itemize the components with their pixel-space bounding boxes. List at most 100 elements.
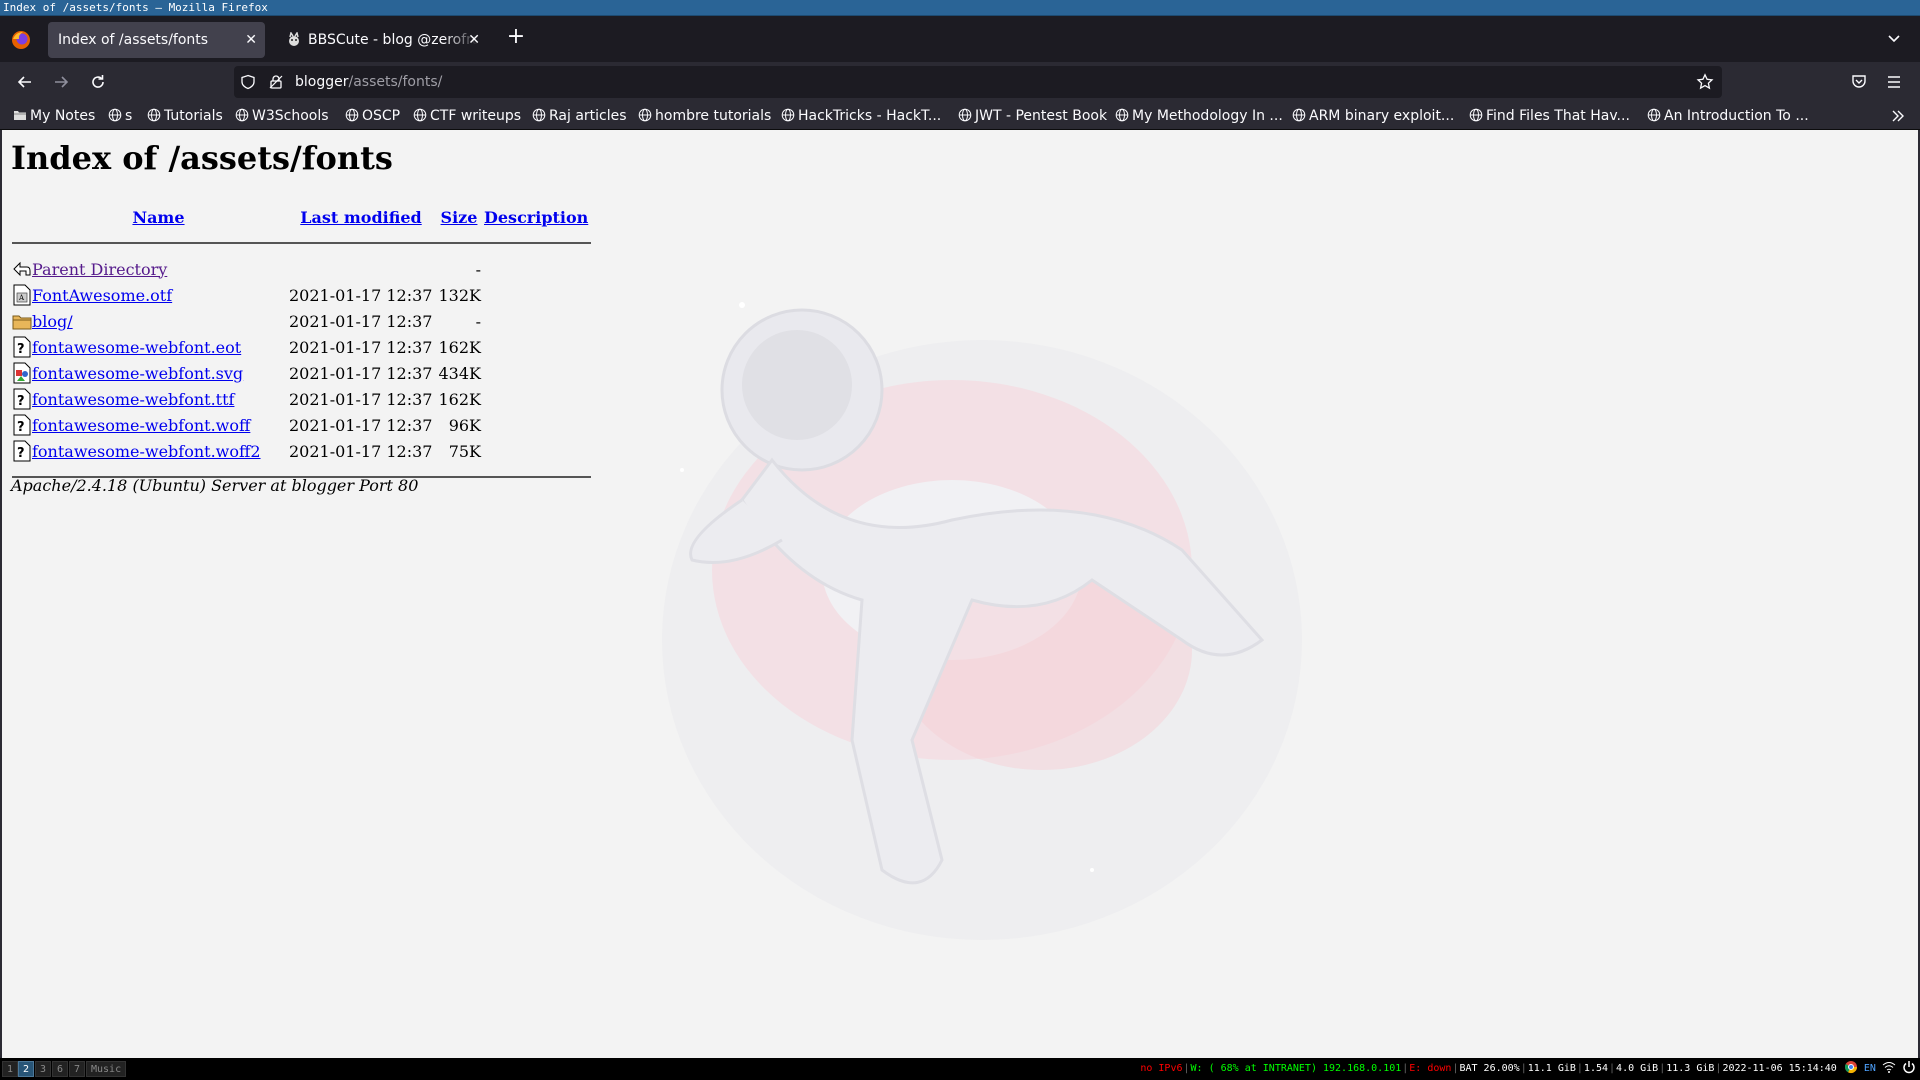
modified-cell: 2021-01-17 12:37 [289,389,433,409]
modified-column-header[interactable]: Last modified [285,204,437,230]
workspace-button[interactable]: 3 [35,1061,52,1077]
forward-icon[interactable] [51,72,71,92]
globe-icon [638,108,652,122]
description-cell [481,282,591,308]
bookmark-arm-binary-exploit[interactable]: ARM binary exploit... [1292,102,1454,129]
file-link[interactable]: fontawesome-webfont.svg [32,364,243,383]
bookmark-ctf-writeups[interactable]: CTF writeups [413,102,522,129]
keyboard-layout[interactable]: EN [1864,1063,1876,1074]
header-divider-row [12,230,592,256]
bookmark-oscp[interactable]: OSCP [345,102,400,129]
url-host: blogger [295,74,349,90]
bookmark-an-introduction[interactable]: An Introduction To ... [1647,102,1809,129]
icon-column-header [12,204,32,230]
folder-icon [14,111,26,120]
back-icon[interactable] [15,72,35,92]
bookmark-raj-articles[interactable]: Raj articles [532,102,627,129]
window-title: Index of /assets/fonts — Mozilla Firefox [0,0,1920,16]
chrome-tray-icon[interactable] [1844,1060,1858,1074]
close-tab-icon[interactable]: ✕ [245,22,257,58]
new-tab-button[interactable]: + [506,26,526,48]
bookmark-label: CTF writeups [430,108,522,124]
datetime-status: 2022-11-06 15:14:40 [1722,1063,1837,1074]
insecure-lock-icon[interactable] [268,74,284,90]
svg-text:?: ? [17,394,25,409]
svg-text:?: ? [17,342,25,357]
font-file-icon: A [13,284,31,306]
table-row: ? fontawesome-webfont.eot 2021-01-17 12:… [12,334,591,360]
sort-by-description-link[interactable]: Description [484,208,588,227]
chevron-right-double-icon[interactable] [1890,108,1906,124]
tab-index-fonts[interactable]: Index of /assets/fonts ✕ [48,22,265,58]
power-tray-icon[interactable] [1902,1060,1916,1074]
file-link[interactable]: fontawesome-webfont.eot [32,338,241,357]
hamburger-menu-icon[interactable] [1885,73,1903,91]
size-column-header[interactable]: Size [437,204,481,230]
bookmark-tutorials[interactable]: Tutorials [147,102,223,129]
disk-status: 11.1 GiB [1527,1063,1576,1074]
workspace-button[interactable]: Music [86,1061,127,1077]
globe-icon [235,108,249,122]
table-row: ? fontawesome-webfont.woff2 2021-01-17 1… [12,438,591,464]
firefox-view-icon[interactable] [10,29,32,51]
file-link[interactable]: fontawesome-webfont.woff [32,416,250,435]
bookmark-hombre-tutorials[interactable]: hombre tutorials [638,102,772,129]
modified-cell: 2021-01-17 12:37 [289,337,433,357]
pocket-icon[interactable] [1850,73,1868,91]
bookmark-my-methodology[interactable]: My Methodology In ... [1115,102,1283,129]
table-header-row: Name Last modified Size Description [12,204,591,230]
sort-by-size-link[interactable]: Size [441,208,478,227]
svg-text:A: A [18,294,25,302]
url-bar[interactable]: blogger/assets/fonts/ [234,66,1722,98]
svg-text:?: ? [17,446,25,461]
size-cell: - [475,259,481,279]
divider [12,242,592,244]
workspace-button[interactable]: 7 [69,1061,86,1077]
bookmark-s[interactable]: s [108,102,132,129]
size-cell: 162K [438,337,482,357]
sort-by-modified-link[interactable]: Last modified [300,208,421,227]
bookmark-label: hombre tutorials [655,108,772,124]
server-signature: Apache/2.4.18 (Ubuntu) Server at blogger… [11,476,419,495]
bookmark-my-notes[interactable]: My Notes [13,102,95,129]
globe-icon [147,108,161,122]
directory-link[interactable]: blog/ [32,312,73,331]
workspace-button-focused[interactable]: 2 [18,1061,35,1077]
file-link[interactable]: FontAwesome.otf [32,286,172,305]
system-status-bar: 1 2 3 6 7 Music no IPv6|W: ( 68% at INTR… [0,1058,1920,1080]
tab-bbscute-blog[interactable]: BBSCute - blog @zerofrost ✕ [276,22,488,58]
wifi-tray-icon[interactable] [1882,1060,1896,1074]
file-link[interactable]: fontawesome-webfont.woff2 [32,442,261,461]
swap-status: 11.3 GiB [1666,1063,1715,1074]
table-row: ? fontawesome-webfont.woff 2021-01-17 12… [12,412,591,438]
url-text[interactable]: blogger/assets/fonts/ [295,66,442,98]
bookmark-find-files[interactable]: Find Files That Hav... [1469,102,1630,129]
file-link[interactable]: fontawesome-webfont.ttf [32,390,234,409]
description-cell [481,334,591,360]
table-row: Parent Directory - [12,256,591,282]
close-tab-icon[interactable]: ✕ [468,22,480,58]
directory-listing-table: Name Last modified Size Description Pare… [12,204,592,490]
list-all-tabs-icon[interactable] [1886,30,1902,46]
parent-directory-link[interactable]: Parent Directory [32,260,167,279]
globe-icon [108,108,122,122]
url-path: /assets/fonts/ [348,74,443,90]
description-column-header[interactable]: Description [481,204,591,230]
bookmark-w3schools[interactable]: W3Schools [235,102,329,129]
tab-label: Index of /assets/fonts [58,32,209,48]
description-cell [481,438,591,464]
bookmark-hacktricks[interactable]: HackTricks - HackT... [781,102,941,129]
name-column-header[interactable]: Name [32,204,285,230]
bookmark-jwt-pentest-book[interactable]: JWT - Pentest Book [958,102,1107,129]
workspace-button[interactable]: 6 [52,1061,69,1077]
reload-icon[interactable] [88,72,108,92]
tracking-protection-shield-icon[interactable] [240,74,256,90]
workspace-button[interactable]: 1 [2,1061,19,1077]
battery-status: BAT 26.00% [1459,1063,1520,1074]
size-cell: 162K [438,389,482,409]
background-astronaut-illustration [662,302,1302,940]
bookmark-star-icon[interactable] [1696,73,1714,91]
table-row: blog/ 2021-01-17 12:37 - [12,308,591,334]
modified-cell [285,256,437,282]
sort-by-name-link[interactable]: Name [132,208,184,227]
